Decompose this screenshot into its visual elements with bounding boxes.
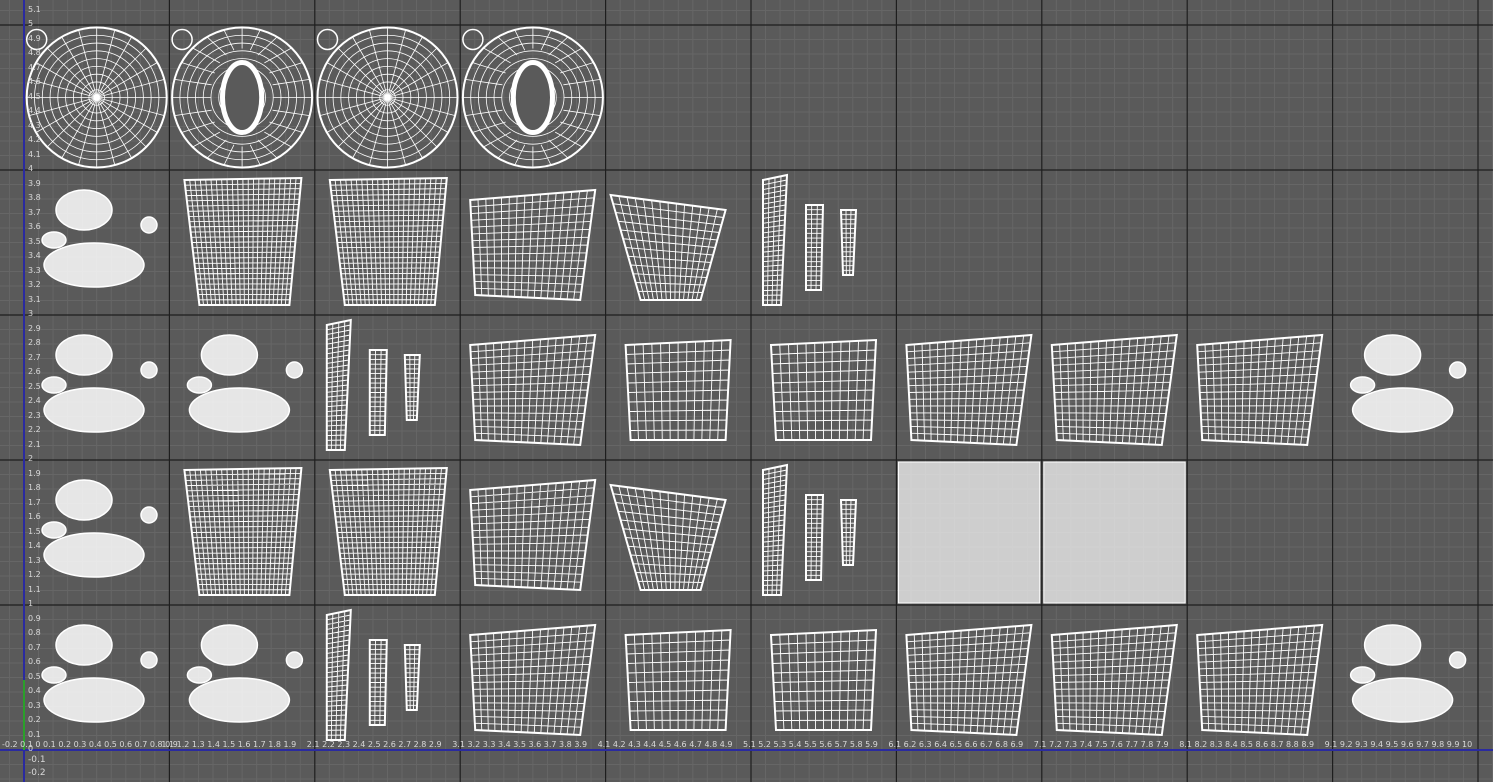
u-axis-label-group: 9.1 9.2 9.3 9.4 9.5 9.6 9.7 9.8 9.9 10 (1324, 740, 1473, 749)
uv-shell-trapezoid[interactable] (609, 483, 727, 591)
uv-shell-scatter[interactable] (1349, 334, 1467, 433)
v-axis-label: 2.8 (28, 338, 41, 347)
v-axis-label: 1.5 (28, 526, 41, 536)
v-axis-label: 1.1 (28, 584, 41, 594)
u-axis-label-group: 6.1 6.2 6.3 6.4 6.5 6.6 6.7 6.8 6.9 (888, 740, 1024, 749)
u-axis-label-group: -0.2 0.1 0 0.1 0.2 0.3 0.4 0.5 0.6 0.7 0… (2, 740, 178, 749)
v-axis-label: 4.5 (28, 91, 41, 101)
u-axis-label-group: 8.1 8.2 8.3 8.4 8.5 8.6 8.7 8.8 8.9 (1179, 740, 1315, 749)
v-axis-label: 4.4 (28, 106, 41, 115)
v-axis-label: 3.2 (28, 280, 41, 289)
v-axis-label: 3.1 (28, 294, 41, 304)
uv-shell-l-shape[interactable] (624, 338, 732, 441)
uv-shell-scatter[interactable] (1349, 624, 1467, 723)
v-axis-label: 1.4 (28, 541, 41, 550)
v-axis-label: 2.1 (28, 439, 41, 449)
uv-editor-viewport[interactable]: 5.1 5 4.9 4.8 4.7 4.6 4.5 4.4 4.3 4.2 4.1 4 3.9 3.8 3.… (0, 0, 1493, 782)
v-axis-label: 0.6 (28, 657, 41, 666)
uv-shell-dense[interactable] (897, 461, 1041, 604)
v-axis-label: 4.9 (28, 33, 41, 43)
uv-shell-l-shape[interactable] (624, 628, 732, 731)
v-axis-label: 4.8 (28, 48, 41, 57)
v-axis-label: 2.9 (28, 323, 41, 333)
v-axis-label: 0.2 (28, 715, 41, 724)
v-axis-label-negative: -0.2 (28, 768, 46, 778)
uv-shell-scatter[interactable] (41, 479, 158, 578)
v-axis-label: 3.8 (28, 193, 41, 202)
u-axis-label-group: 5.1 5.2 5.3 5.4 5.5 5.6 5.7 5.8 5.9 (743, 740, 878, 749)
v-axis-label: 4.3 (28, 120, 41, 130)
uv-shell-scatter[interactable] (41, 624, 158, 723)
uv-shell-scatter[interactable] (41, 189, 158, 288)
v-axis-label: 0.9 (28, 613, 41, 623)
v-axis-label: 1.3 (28, 555, 41, 565)
v-axis-label: 1 (28, 599, 34, 608)
v-axis-label: 4.6 (28, 77, 41, 86)
v-axis-label: 3.9 (28, 178, 41, 188)
v-axis-label: 1.8 (28, 483, 41, 492)
v-axis-label: 3.3 (28, 265, 41, 275)
v-axis-label: 2.6 (28, 367, 41, 376)
u-axis-label-group: 2.1 2.2 2.3 2.4 2.5 2.6 2.7 2.8 2.9 (306, 740, 442, 749)
v-axis-label: 2.7 (28, 352, 41, 362)
uv-canvas[interactable] (0, 0, 1493, 782)
v-axis-label: 3.7 (28, 207, 41, 217)
v-axis-label: 2.2 (28, 425, 41, 434)
v-axis-label: 3.5 (28, 236, 41, 246)
v-axis-label: 4.1 (28, 149, 41, 159)
uv-shell-dense[interactable] (1043, 461, 1186, 604)
uv-shell-l-shape[interactable] (769, 338, 878, 441)
v-axis-label: 1.2 (28, 570, 41, 579)
v-axis-label: 4.2 (28, 135, 41, 144)
v-axis-label: 0.5 (28, 671, 41, 681)
u-axis-label-group: 3.1 3.2 3.3 3.4 3.5 3.6 3.7 3.8 3.9 (452, 740, 588, 749)
v-axis-label: 2.4 (28, 396, 41, 405)
v-axis-label: 4 (28, 164, 34, 173)
u-axis-label-group: 1.1 1.2 1.3 1.4 1.5 1.6 1.7 1.8 1.9 (161, 740, 297, 749)
v-axis-label: 0.8 (28, 628, 41, 637)
v-axis-label: 3.6 (28, 222, 41, 231)
v-axis-label: 0.4 (28, 686, 41, 695)
v-axis-label: 1.7 (28, 497, 41, 507)
v-axis-label: 5 (28, 19, 34, 28)
uv-shell-scatter[interactable] (186, 624, 304, 723)
uv-shell-l-shape[interactable] (769, 628, 878, 731)
v-axis-label: 3 (28, 309, 34, 318)
v-axis-label: 0.3 (28, 700, 41, 710)
v-axis-label: 2 (28, 454, 34, 463)
v-axis-label: 5.1 (28, 4, 41, 14)
v-axis-label: 3.4 (28, 251, 41, 260)
uv-shell-trapezoid[interactable] (609, 193, 727, 301)
uv-shell-disk-ring[interactable] (461, 26, 604, 169)
v-axis-label: 1.6 (28, 512, 41, 521)
uv-shell-scatter[interactable] (41, 334, 158, 433)
uv-shell-scatter[interactable] (186, 334, 304, 433)
uv-shell-disk-ring[interactable] (171, 26, 314, 169)
v-axis-label-negative: -0.1 (28, 755, 46, 765)
v-axis-label: 0.1 (28, 729, 41, 739)
uv-shell-disk-full[interactable] (316, 26, 459, 169)
v-axis-label: 2.3 (28, 410, 41, 420)
u-axis-label-group: 7.1 7.2 7.3 7.4 7.5 7.6 7.7 7.8 7.9 (1033, 740, 1169, 749)
v-axis-label: 1.9 (28, 468, 41, 478)
v-axis-label: 0.7 (28, 642, 41, 652)
u-axis-label-group: 4.1 4.2 4.3 4.4 4.5 4.6 4.7 4.8 4.9 (597, 740, 733, 749)
uv-shell-disk-full[interactable] (25, 26, 168, 169)
v-axis-label: 2.5 (28, 381, 41, 391)
v-axis-label: 4.7 (28, 62, 41, 72)
